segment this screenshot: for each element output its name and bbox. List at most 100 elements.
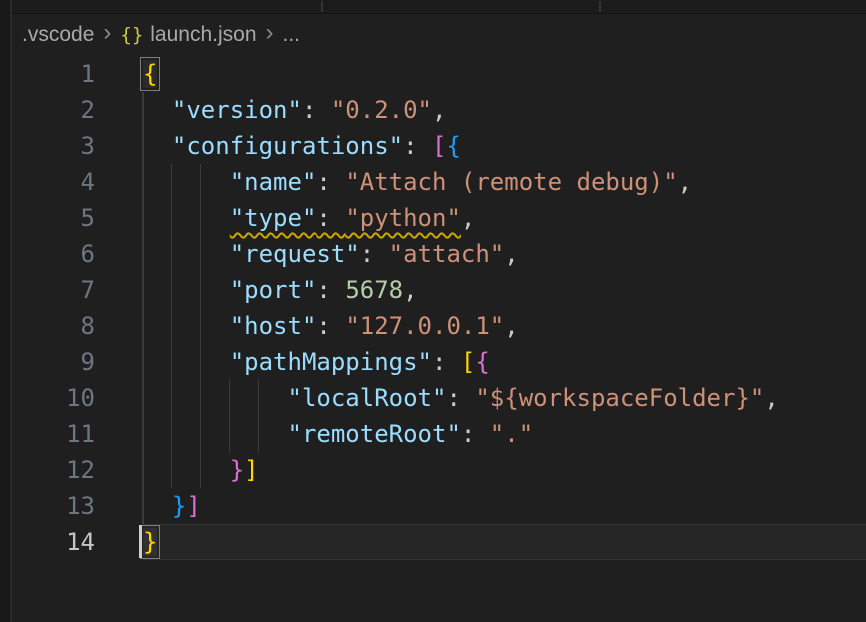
warning-squiggle: "type": "python" [230, 204, 461, 232]
tab-bar-strip [0, 0, 866, 14]
indent-guide [229, 380, 231, 416]
token-punct: : [360, 240, 389, 268]
token-punct: , [432, 96, 446, 124]
code-line[interactable]: 11 "remoteRoot": "." [12, 416, 866, 452]
line-number: 8 [12, 308, 95, 344]
indent-guide [142, 344, 144, 380]
token-b1: { [143, 60, 157, 88]
token-str: "attach" [389, 240, 505, 268]
code-text: "name": "Attach (remote debug)", [143, 164, 866, 200]
code-text: "configurations": [{ [143, 128, 866, 164]
token-b1: ] [244, 456, 258, 484]
token-str: "Attach (remote debug)" [345, 168, 677, 196]
code-line[interactable]: 7 "port": 5678, [12, 272, 866, 308]
code-editor[interactable]: 1{2 "version": "0.2.0",3 "configurations… [12, 56, 866, 560]
indent-guide [229, 416, 231, 452]
code-line[interactable]: 9 "pathMappings": [{ [12, 344, 866, 380]
code-text: "remoteRoot": "." [143, 416, 866, 452]
line-number: 6 [12, 236, 95, 272]
token-key: "configurations" [172, 132, 403, 160]
code-text: } [143, 524, 866, 560]
breadcrumb: .vscode › {} launch.json › ... [12, 14, 300, 56]
line-number: 4 [12, 164, 95, 200]
token-punct: : [403, 132, 432, 160]
token-punct: : [432, 348, 461, 376]
breadcrumb-symbol-placeholder[interactable]: ... [283, 23, 301, 47]
token-punct: : [316, 204, 345, 232]
indent-guide [142, 308, 144, 344]
token-str: "." [490, 420, 533, 448]
token-num: 5678 [345, 276, 403, 304]
code-text: "type": "python", [143, 200, 866, 236]
code-line[interactable]: 14} [12, 524, 866, 560]
indent-guide [200, 344, 202, 380]
code-line[interactable]: 13 }] [12, 488, 866, 524]
code-line[interactable]: 6 "request": "attach", [12, 236, 866, 272]
token-key: "type" [230, 204, 317, 232]
token-key: "port" [230, 276, 317, 304]
code-line[interactable]: 10 "localRoot": "${workspaceFolder}", [12, 380, 866, 416]
token-b1: } [143, 528, 157, 556]
indent-guide [171, 344, 173, 380]
code-text: }] [143, 452, 866, 488]
token-key: "pathMappings" [230, 348, 432, 376]
code-text: "port": 5678, [143, 272, 866, 308]
indent-guide [171, 308, 173, 344]
indent-guide [200, 308, 202, 344]
indent-guide [200, 272, 202, 308]
indent-guide [171, 236, 173, 272]
token-str: "python" [345, 204, 461, 232]
breadcrumb-file-label: launch.json [150, 23, 256, 47]
text-cursor [139, 525, 142, 558]
indent-guide [171, 416, 173, 452]
indent-guide [258, 416, 260, 452]
code-line[interactable]: 8 "host": "127.0.0.1", [12, 308, 866, 344]
token-str: "0.2.0" [331, 96, 432, 124]
token-b2: { [475, 348, 489, 376]
line-number: 5 [12, 200, 95, 236]
code-line[interactable]: 1{ [12, 56, 866, 92]
indent-guide [142, 200, 144, 236]
line-number: 1 [12, 56, 95, 92]
token-punct: : [461, 420, 490, 448]
token-punct: , [504, 312, 518, 340]
code-line[interactable]: 4 "name": "Attach (remote debug)", [12, 164, 866, 200]
token-b1: [ [461, 348, 475, 376]
token-punct: , [403, 276, 417, 304]
line-number: 12 [12, 452, 95, 488]
token-punct: , [678, 168, 692, 196]
token-punct: : [316, 312, 345, 340]
code-line[interactable]: 3 "configurations": [{ [12, 128, 866, 164]
indent-guide [142, 452, 144, 488]
line-number: 9 [12, 344, 95, 380]
token-punct: : [302, 96, 331, 124]
breadcrumb-file[interactable]: {} launch.json [120, 23, 256, 47]
token-b2: [ [432, 132, 446, 160]
indent-guide [171, 452, 173, 488]
tab-separator [599, 1, 601, 12]
chevron-right-icon: › [103, 21, 111, 45]
indent-guide [142, 92, 144, 128]
token-key: "request" [230, 240, 360, 268]
token-punct: : [446, 384, 475, 412]
token-punct: , [764, 384, 778, 412]
token-punct: : [316, 276, 345, 304]
code-line[interactable]: 5 "type": "python", [12, 200, 866, 236]
code-line[interactable]: 12 }] [12, 452, 866, 488]
code-text: "request": "attach", [143, 236, 866, 272]
chevron-right-icon: › [266, 21, 274, 45]
json-braces-icon: {} [120, 24, 143, 46]
token-b2: } [230, 456, 244, 484]
token-key: "host" [230, 312, 317, 340]
token-b2: ] [186, 492, 200, 520]
breadcrumb-folder[interactable]: .vscode [22, 23, 94, 47]
code-text: "pathMappings": [{ [143, 344, 866, 380]
indent-guide [200, 380, 202, 416]
token-str: "127.0.0.1" [345, 312, 504, 340]
code-line[interactable]: 2 "version": "0.2.0", [12, 92, 866, 128]
token-b3: { [446, 132, 460, 160]
token-key: "name" [230, 168, 317, 196]
sidebar-edge-rail [0, 0, 12, 622]
indent-guide [171, 380, 173, 416]
indent-guide [142, 488, 144, 524]
